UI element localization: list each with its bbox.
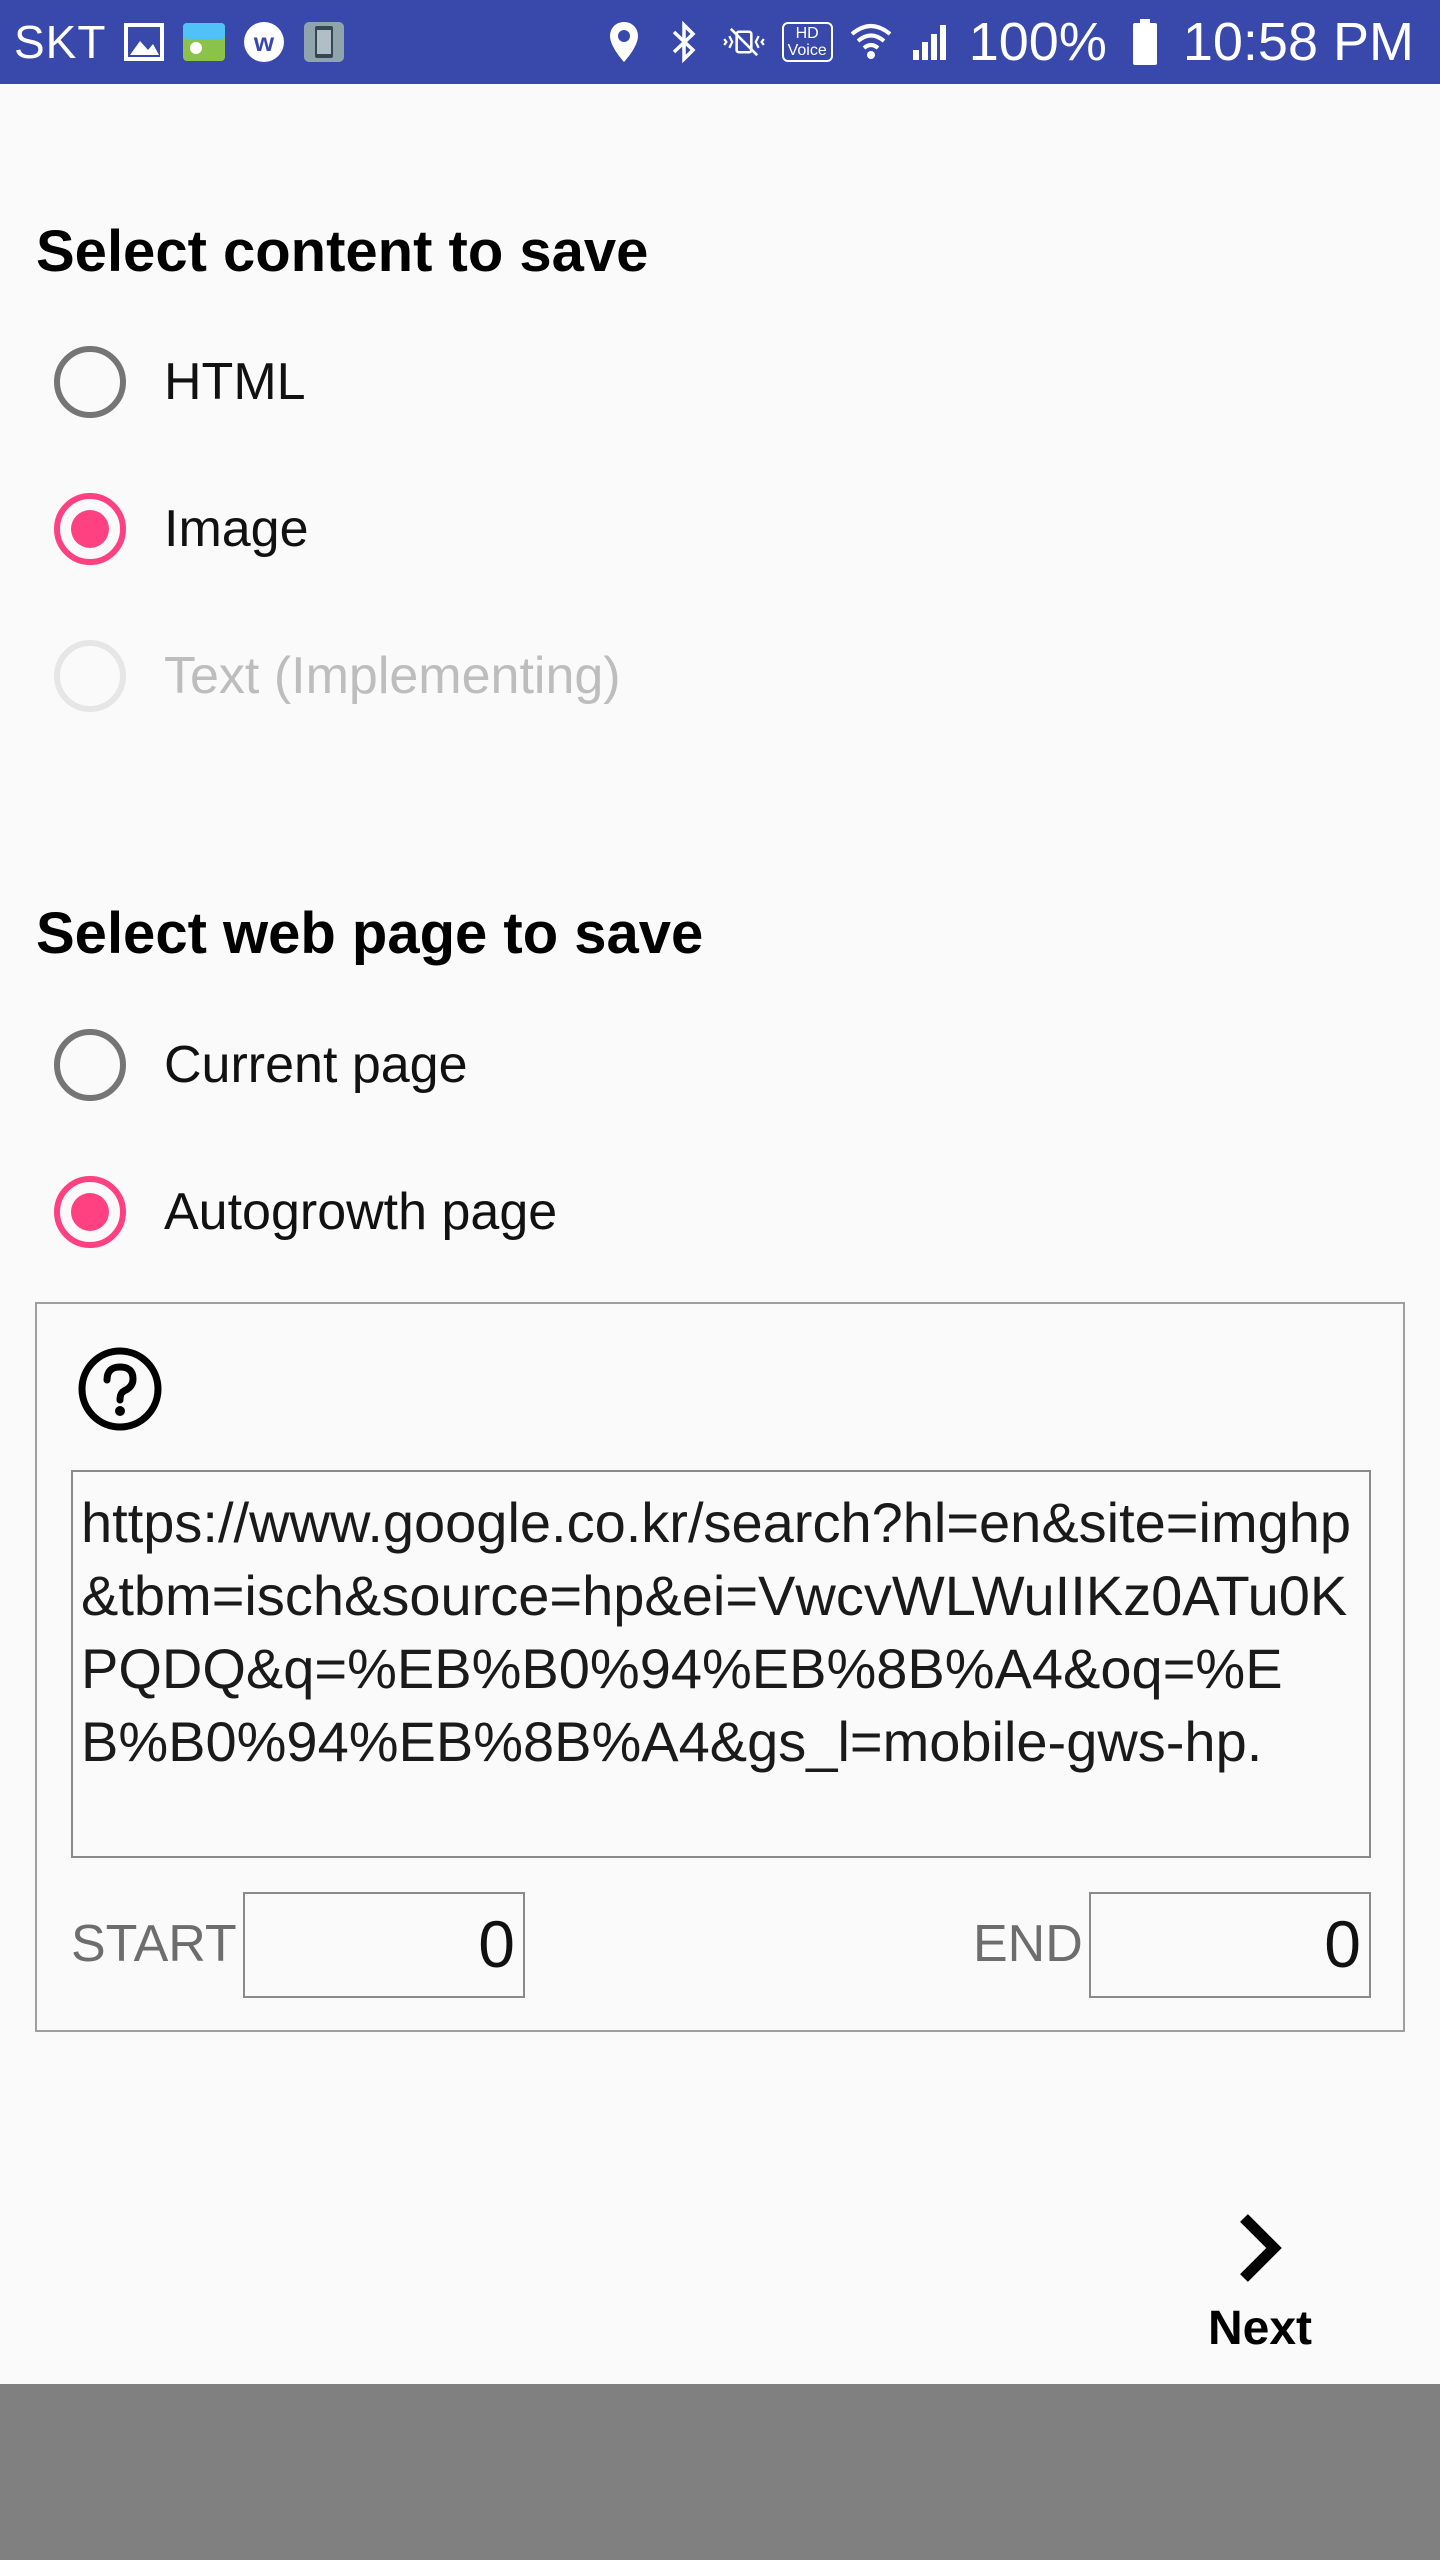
gallery-icon [122,20,166,64]
page-section-title: Select web page to save [36,901,704,966]
start-label: START [71,1915,237,1973]
radio-label-autogrowth: Autogrowth page [164,1183,558,1241]
radio-label-image: Image [164,500,309,558]
clock: 10:58 PM [1182,12,1414,72]
navigation-bar [0,2384,1440,2560]
radio-label-html: HTML [164,353,306,411]
status-bar: SKT w HD Voice 100% 10:58 PM [0,0,1440,84]
content-section-title: Select content to save [36,219,649,284]
radio-label-current-page: Current page [164,1036,468,1094]
radio-current-page[interactable]: Current page [54,1015,468,1115]
radio-button-disabled [54,640,126,712]
radio-autogrowth-page[interactable]: Autogrowth page [54,1162,557,1262]
radio-text-disabled: Text (Implementing) [54,626,621,726]
radio-button-unchecked[interactable] [54,1029,126,1101]
status-bar-left: SKT w [14,15,346,69]
svg-text:w: w [253,27,275,57]
hd-voice-top: HD [795,25,819,42]
hd-voice-badge: HD Voice [781,22,833,62]
radio-button-checked[interactable] [54,493,126,565]
radio-label-text: Text (Implementing) [164,647,621,705]
hd-voice-bottom: Voice [787,42,827,59]
battery-percent: 100% [968,12,1107,72]
question-circle-icon[interactable] [77,1346,163,1432]
url-input[interactable]: https://www.google.co.kr/search?hl=en&si… [71,1470,1371,1858]
signal-icon [909,20,953,64]
location-icon [602,20,646,64]
end-label: END [973,1915,1083,1973]
next-button[interactable]: Next [1182,2208,1338,2376]
end-input[interactable]: 0 [1089,1892,1371,1998]
carrier-name: SKT [14,16,107,68]
radio-image[interactable]: Image [54,479,309,579]
chevron-right-icon [1232,2208,1288,2293]
radio-button-unchecked[interactable] [54,346,126,418]
radio-button-checked[interactable] [54,1176,126,1248]
vibrate-mute-icon [722,20,766,64]
photo-app-icon [182,20,226,64]
next-label: Next [1207,2302,1313,2355]
status-bar-right: HD Voice 100% 10:58 PM [602,11,1414,73]
battery-icon [1123,19,1167,65]
w-app-icon: w [242,20,286,64]
bluetooth-icon [662,20,706,64]
wifi-icon [849,20,893,64]
start-input[interactable]: 0 [243,1892,525,1998]
radio-html[interactable]: HTML [54,332,306,432]
phone-app-icon [302,20,346,64]
autogrowth-panel: https://www.google.co.kr/search?hl=en&si… [35,1302,1405,2032]
